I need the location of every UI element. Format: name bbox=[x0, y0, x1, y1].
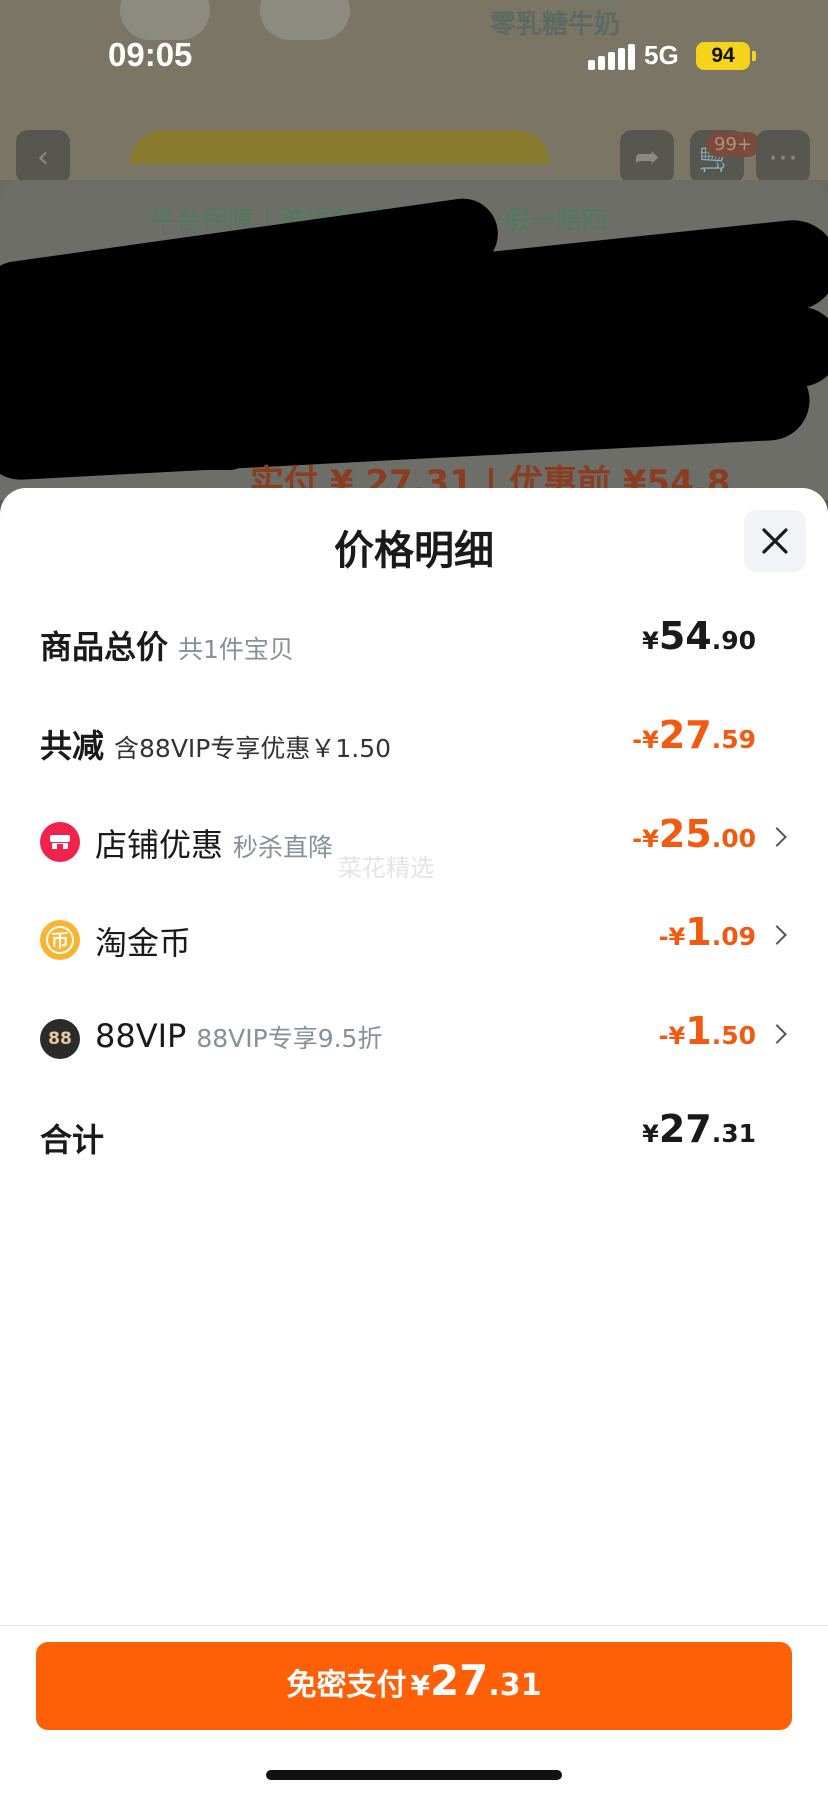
price-detail-sheet: 价格明细 商品总价 共1件宝贝 ¥54.90 共减 含88VIP专享优惠￥1.50 … bbox=[0, 488, 828, 1795]
row-amount: ¥54.90 bbox=[642, 614, 756, 658]
amount-sign: -¥ bbox=[658, 923, 686, 951]
amount-sign: -¥ bbox=[632, 726, 659, 754]
row-amount: -¥27.59 bbox=[632, 713, 756, 757]
amount-int: 27 bbox=[658, 1107, 712, 1151]
network-type: 5G bbox=[644, 40, 679, 70]
amount-dec: .31 bbox=[711, 1119, 756, 1148]
row-amount: -¥1.50 bbox=[659, 1009, 756, 1053]
amount-dec: .50 bbox=[711, 1021, 756, 1050]
amount-dec: .90 bbox=[711, 626, 756, 655]
row-sub: 秒杀直降 bbox=[233, 833, 334, 862]
vip-icon: 88 bbox=[40, 1019, 80, 1059]
amount-sign: -¥ bbox=[658, 1022, 686, 1050]
coin-icon: 币 bbox=[40, 920, 80, 960]
amount-int: 27 bbox=[658, 713, 712, 757]
row-taojinbi[interactable]: 币 淘金币 -¥1.09 bbox=[0, 908, 828, 968]
chevron-right-icon bbox=[767, 827, 787, 847]
back-icon: ‹ bbox=[16, 130, 70, 184]
share-icon: ➦ bbox=[620, 130, 674, 184]
row-sub: 含88VIP专享优惠￥1.50 bbox=[114, 734, 392, 763]
amount-sign: -¥ bbox=[632, 825, 659, 853]
row-label: 商品总价 bbox=[40, 628, 169, 666]
pay-button[interactable]: 免密支付 ¥ 27 .31 bbox=[36, 1642, 792, 1730]
watermark: 菜花精选 bbox=[338, 854, 434, 882]
signal-icon bbox=[588, 44, 635, 70]
amount-sign: ¥ bbox=[642, 627, 659, 655]
row-total-discount: 共减 含88VIP专享优惠￥1.50 -¥27.59 bbox=[0, 711, 828, 771]
redaction-mark bbox=[0, 290, 250, 470]
status-time: 09:05 bbox=[108, 36, 193, 73]
amount-dec: .59 bbox=[711, 725, 756, 754]
battery-level: 94 bbox=[711, 44, 735, 67]
sheet-title: 价格明细 bbox=[334, 528, 494, 574]
row-label: 淘金币 bbox=[95, 924, 192, 962]
battery-tip bbox=[752, 51, 756, 61]
chevron-right-icon bbox=[767, 925, 787, 945]
row-grand-total: 合计 ¥27.31 bbox=[0, 1105, 828, 1165]
row-label: 合计 bbox=[40, 1121, 105, 1159]
close-button[interactable] bbox=[744, 510, 806, 572]
pay-button-label: 免密支付 bbox=[286, 1668, 407, 1703]
row-amount: -¥25.00 bbox=[632, 812, 756, 856]
coin-icon-glyph: 币 bbox=[46, 926, 74, 954]
row-sub: 共1件宝贝 bbox=[178, 635, 294, 664]
vip-icon-glyph: 88 bbox=[48, 1029, 72, 1049]
amount-int: 1 bbox=[685, 910, 712, 954]
row-label: 店铺优惠 bbox=[95, 826, 224, 864]
cart-badge: 99+ bbox=[706, 132, 760, 157]
row-label: 共减 bbox=[40, 727, 105, 765]
battery-icon: 94 bbox=[696, 42, 750, 70]
row-amount: ¥27.31 bbox=[642, 1107, 756, 1151]
amount-dec: .09 bbox=[711, 922, 756, 951]
home-indicator bbox=[266, 1770, 562, 1780]
row-label: 88VIP bbox=[95, 1017, 187, 1055]
close-icon bbox=[762, 528, 788, 554]
chevron-right-icon bbox=[767, 1024, 787, 1044]
amount-dec: .00 bbox=[711, 824, 756, 853]
amount-int: 1 bbox=[685, 1009, 712, 1053]
pay-button-int: 27 bbox=[429, 1656, 489, 1705]
amount-int: 54 bbox=[658, 614, 712, 658]
pay-button-dec: .31 bbox=[488, 1668, 542, 1703]
more-icon: ⋯ bbox=[756, 130, 810, 184]
shop-icon bbox=[40, 822, 80, 862]
pay-button-sign: ¥ bbox=[410, 1669, 430, 1702]
row-amount: -¥1.09 bbox=[659, 910, 756, 954]
row-sub: 88VIP专享9.5折 bbox=[196, 1024, 383, 1053]
amount-int: 25 bbox=[658, 812, 712, 856]
bottom-divider bbox=[0, 1625, 828, 1626]
amount-sign: ¥ bbox=[642, 1120, 659, 1148]
row-88vip[interactable]: 88 88VIP 88VIP专享9.5折 -¥1.50 bbox=[0, 1007, 828, 1067]
row-total-price: 商品总价 共1件宝贝 ¥54.90 bbox=[0, 612, 828, 672]
status-bar: 09:05 5G 94 bbox=[0, 0, 828, 110]
background-yellow-bar bbox=[130, 130, 550, 164]
